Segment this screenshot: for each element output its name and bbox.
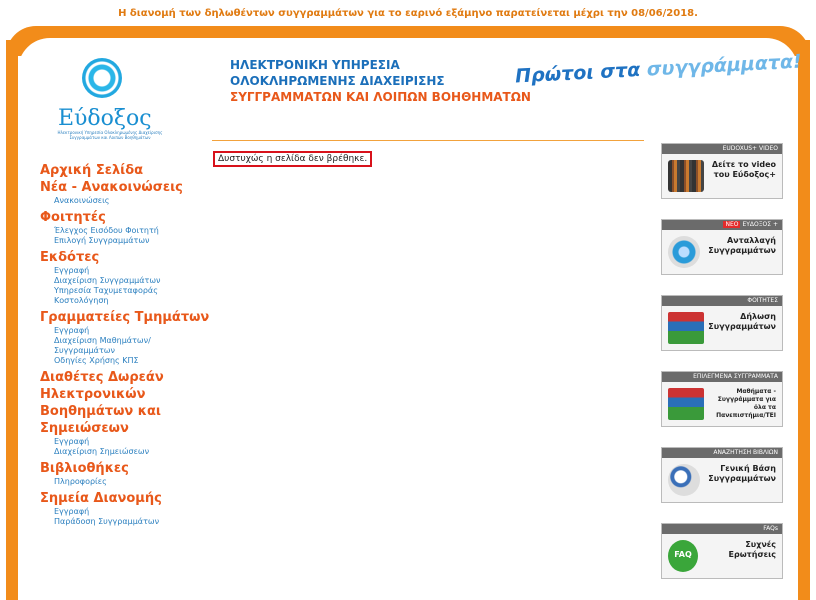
widget-text: Γενική Βάση Συγγραμμάτων [708,464,776,483]
disk-icon [668,236,700,268]
widget-video[interactable]: EUDOXUS+ VIDEO Δείτε το video του Εύδοξο… [661,143,783,199]
orange-frame-left [6,40,18,600]
nav-students[interactable]: Φοιτητές [40,209,210,226]
video-icon [668,160,704,192]
nav-libraries-info[interactable]: Πληροφορίες [40,477,210,487]
nav-free-providers[interactable]: Διαθέτες Δωρεάν Ηλεκτρονικών Βοηθημάτων … [40,369,210,437]
nav-secretariat-guide[interactable]: Οδηγίες Χρήσης ΚΠΣ [40,356,210,366]
books-icon [668,312,704,344]
widget-text: Ανταλλαγή Συγγραμμάτων [708,236,776,255]
widget-caption: ΕΠΙΛΕΓΜΕΝΑ ΣΥΓΓΡΑΜΜΑΤΑ [662,372,782,382]
widget-text: Δείτε το video του Εύδοξος+ [711,160,776,179]
site-title-line3: ΣΥΓΓΡΑΜΜΑΤΩΝ ΚΑΙ ΛΟΙΠΩΝ ΒΟΗΘΗΜΑΤΩΝ [230,90,531,104]
nav-home[interactable]: Αρχική Σελίδα [40,162,210,179]
books-icon [668,388,704,420]
widget-text: Συχνές Ερωτήσεις [728,540,777,559]
sidebar-nav: Αρχική Σελίδα Νέα - Ανακοινώσεις Ανακοιν… [40,162,210,527]
widget-students[interactable]: ΦΟΙΤΗΤΕΣ Δήλωση Συγγραμμάτων [661,295,783,351]
nav-news[interactable]: Νέα - Ανακοινώσεις [40,179,210,196]
widget-caption: ΑΝΑΖΗΤΗΣΗ ΒΙΒΛΙΩΝ [662,448,782,458]
nav-news-announcements[interactable]: Ανακοινώσεις [40,196,210,206]
widget-faq[interactable]: FAQs FAQ Συχνές Ερωτήσεις [661,523,783,579]
site-title-line1: ΗΛΕΚΤΡΟΝΙΚΗ ΥΠΗΡΕΣΙΑ [230,58,400,72]
logo-subtitle: Ηλεκτρονική Υπηρεσία Ολοκληρωμένης Διαχε… [57,130,163,140]
nav-free-notes[interactable]: Διαχείριση Σημειώσεων [40,447,210,457]
nav-student-book-selection[interactable]: Επιλογή Συγγραμμάτων [40,236,210,246]
eudoxus-logo-icon[interactable] [82,58,122,98]
widget-selected-books[interactable]: ΕΠΙΛΕΓΜΕΝΑ ΣΥΓΓΡΑΜΜΑΤΑ Μαθήματα - Συγγρά… [661,371,783,427]
nav-publisher-pricing[interactable]: Κοστολόγηση [40,296,210,306]
nav-secretariat-courses[interactable]: Διαχείριση Μαθημάτων/ Συγγραμμάτων [40,336,210,356]
nav-publishers[interactable]: Εκδότες [40,249,210,266]
nav-secretariats[interactable]: Γραμματείες Τμημάτων [40,309,210,326]
widget-caption: ΦΟΙΤΗΤΕΣ [662,296,782,306]
widget-exchange[interactable]: NEO ΕΥΔΟΞΟΣ + Ανταλλαγή Συγγραμμάτων [661,219,783,275]
nav-distribution-points[interactable]: Σημεία Διανομής [40,490,210,507]
widget-caption: FAQs [662,524,782,534]
widget-caption-text: ΕΥΔΟΞΟΣ + [742,221,778,228]
widget-caption: EUDOXUS+ VIDEO [662,144,782,154]
right-widgets: EUDOXUS+ VIDEO Δείτε το video του Εύδοξο… [661,143,783,599]
nav-student-login-check[interactable]: Έλεγχος Εισόδου Φοιτητή [40,226,210,236]
nav-libraries[interactable]: Βιβλιοθήκες [40,460,210,477]
widget-text: Δήλωση Συγγραμμάτων [708,312,776,331]
nav-free-register[interactable]: Εγγραφή [40,437,210,447]
content-divider [212,140,644,141]
nav-points-delivery[interactable]: Παράδοση Συγγραμμάτων [40,517,210,527]
new-badge: NEO [723,221,741,228]
nav-publisher-register[interactable]: Εγγραφή [40,266,210,276]
orange-frame-right [798,40,810,600]
site-title: ΗΛΕΚΤΡΟΝΙΚΗ ΥΠΗΡΕΣΙΑ ΟΛΟΚΛΗΡΩΜΕΝΗΣ ΔΙΑΧΕ… [230,57,531,105]
site-title-line2: ΟΛΟΚΛΗΡΩΜΕΝΗΣ ΔΙΑΧΕΙΡΙΣΗΣ [230,74,445,88]
logo-name[interactable]: Εύδοξος [58,106,152,131]
nav-secretariat-register[interactable]: Εγγραφή [40,326,210,336]
nav-publisher-books[interactable]: Διαχείριση Συγγραμμάτων [40,276,210,286]
nav-publisher-courier[interactable]: Υπηρεσία Ταχυμεταφοράς [40,286,210,296]
widget-caption: NEO ΕΥΔΟΞΟΣ + [662,220,782,230]
announcement-banner: Η διανομή των δηλωθέντων συγγραμμάτων γι… [118,8,698,19]
widget-text: Μαθήματα - Συγγράμματα για όλα τα Πανεπι… [716,388,776,419]
nav-points-register[interactable]: Εγγραφή [40,507,210,517]
widget-book-search[interactable]: ΑΝΑΖΗΤΗΣΗ ΒΙΒΛΙΩΝ Γενική Βάση Συγγραμμάτ… [661,447,783,503]
search-icon [668,464,700,496]
faq-icon: FAQ [668,540,698,572]
not-found-message: Δυστυχώς η σελίδα δεν βρέθηκε. [213,151,373,167]
